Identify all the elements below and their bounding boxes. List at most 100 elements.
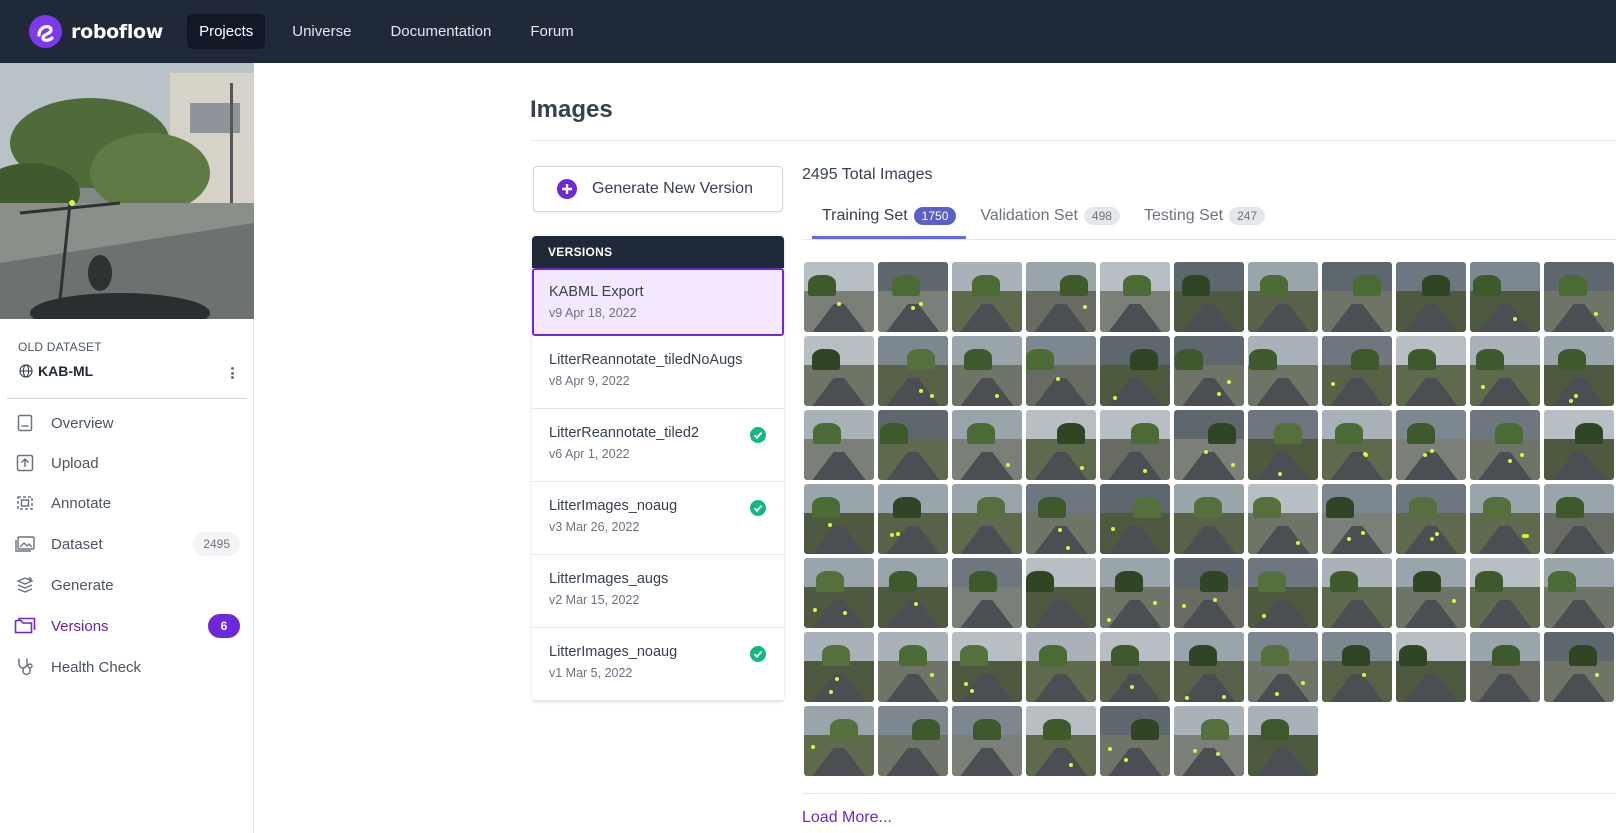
version-row[interactable]: LitterReannotate_tiledNoAugs v8 Apr 9, 20… xyxy=(532,336,784,409)
image-thumbnail[interactable] xyxy=(1026,706,1096,776)
sidebar-item-versions[interactable]: Versions 6 xyxy=(14,611,240,641)
image-thumbnail[interactable] xyxy=(804,558,874,628)
image-thumbnail[interactable] xyxy=(952,484,1022,554)
image-thumbnail[interactable] xyxy=(1100,336,1170,406)
image-thumbnail[interactable] xyxy=(878,262,948,332)
image-thumbnail[interactable] xyxy=(878,336,948,406)
image-thumbnail[interactable] xyxy=(804,410,874,480)
image-thumbnail[interactable] xyxy=(1470,336,1540,406)
image-thumbnail[interactable] xyxy=(952,410,1022,480)
image-thumbnail[interactable] xyxy=(1322,262,1392,332)
image-thumbnail[interactable] xyxy=(1100,484,1170,554)
image-thumbnail[interactable] xyxy=(1100,558,1170,628)
image-thumbnail[interactable] xyxy=(1470,558,1540,628)
image-thumbnail[interactable] xyxy=(1544,410,1614,480)
image-thumbnail[interactable] xyxy=(1174,336,1244,406)
image-thumbnail[interactable] xyxy=(1322,336,1392,406)
image-thumbnail[interactable] xyxy=(1248,558,1318,628)
sidebar-item-annotate[interactable]: Annotate xyxy=(14,488,240,518)
sidebar-item-overview[interactable]: Overview xyxy=(14,408,240,438)
image-thumbnail[interactable] xyxy=(1470,484,1540,554)
dataset-name[interactable]: KAB-ML xyxy=(19,363,93,379)
sidebar-item-dataset[interactable]: Dataset 2495 xyxy=(14,529,240,559)
image-thumbnail[interactable] xyxy=(1544,262,1614,332)
generate-new-version-button[interactable]: Generate New Version xyxy=(533,166,783,212)
image-thumbnail[interactable] xyxy=(878,632,948,702)
image-thumbnail[interactable] xyxy=(1174,632,1244,702)
image-thumbnail[interactable] xyxy=(1248,336,1318,406)
image-thumbnail[interactable] xyxy=(804,262,874,332)
image-thumbnail[interactable] xyxy=(1026,484,1096,554)
image-thumbnail[interactable] xyxy=(1322,484,1392,554)
image-thumbnail[interactable] xyxy=(1470,632,1540,702)
image-thumbnail[interactable] xyxy=(952,632,1022,702)
image-thumbnail[interactable] xyxy=(1322,410,1392,480)
image-thumbnail[interactable] xyxy=(804,484,874,554)
image-thumbnail[interactable] xyxy=(1396,632,1466,702)
image-thumbnail[interactable] xyxy=(1100,262,1170,332)
sidebar-item-generate[interactable]: Generate xyxy=(14,570,240,600)
version-row[interactable]: LitterReannotate_tiled2 v6 Apr 1, 2022 xyxy=(532,409,784,482)
image-thumbnail[interactable] xyxy=(1248,632,1318,702)
image-thumbnail[interactable] xyxy=(1174,262,1244,332)
sidebar-item-health-check[interactable]: Health Check xyxy=(14,652,240,682)
more-options-icon[interactable] xyxy=(226,364,238,382)
image-thumbnail[interactable] xyxy=(878,410,948,480)
image-thumbnail[interactable] xyxy=(1396,410,1466,480)
image-thumbnail[interactable] xyxy=(878,484,948,554)
brand[interactable]: roboflow xyxy=(29,15,163,48)
image-thumbnail[interactable] xyxy=(1100,706,1170,776)
image-thumbnail[interactable] xyxy=(1174,706,1244,776)
nav-universe[interactable]: Universe xyxy=(280,14,363,49)
image-thumbnail[interactable] xyxy=(1544,632,1614,702)
load-more-link[interactable]: Load More... xyxy=(802,809,892,827)
image-thumbnail[interactable] xyxy=(1322,632,1392,702)
image-thumbnail[interactable] xyxy=(1396,558,1466,628)
nav-projects[interactable]: Projects xyxy=(187,14,266,49)
image-thumbnail[interactable] xyxy=(1100,632,1170,702)
image-thumbnail[interactable] xyxy=(952,706,1022,776)
image-thumbnail[interactable] xyxy=(1248,706,1318,776)
version-row[interactable]: LitterImages_noaug v1 Mar 5, 2022 xyxy=(532,628,784,701)
image-thumbnail[interactable] xyxy=(1248,484,1318,554)
image-thumbnail[interactable] xyxy=(1174,410,1244,480)
image-thumbnail[interactable] xyxy=(1396,262,1466,332)
image-thumbnail[interactable] xyxy=(1026,262,1096,332)
image-thumbnail[interactable] xyxy=(952,336,1022,406)
image-thumbnail[interactable] xyxy=(1026,632,1096,702)
sidebar-item-upload[interactable]: Upload xyxy=(14,448,240,478)
nav-forum[interactable]: Forum xyxy=(518,14,585,49)
image-thumbnail[interactable] xyxy=(1470,410,1540,480)
image-thumbnail[interactable] xyxy=(1248,410,1318,480)
image-thumbnail[interactable] xyxy=(1248,262,1318,332)
image-thumbnail[interactable] xyxy=(878,706,948,776)
image-thumbnail[interactable] xyxy=(878,558,948,628)
image-thumbnail[interactable] xyxy=(1544,558,1614,628)
tab-label: Testing Set xyxy=(1143,207,1224,224)
image-thumbnail[interactable] xyxy=(1470,262,1540,332)
title-divider xyxy=(530,140,1616,141)
image-thumbnail[interactable] xyxy=(1026,410,1096,480)
tab-validation-set[interactable]: Validation Set 498 xyxy=(970,200,1130,232)
image-thumbnail[interactable] xyxy=(1544,336,1614,406)
tab-testing-set[interactable]: Testing Set 247 xyxy=(1134,200,1275,232)
image-thumbnail[interactable] xyxy=(1544,484,1614,554)
image-thumbnail[interactable] xyxy=(804,706,874,776)
tab-training-set[interactable]: Training Set 1750 xyxy=(812,200,967,239)
image-thumbnail[interactable] xyxy=(1174,558,1244,628)
image-thumbnail[interactable] xyxy=(1026,336,1096,406)
image-thumbnail[interactable] xyxy=(804,632,874,702)
image-thumbnail[interactable] xyxy=(804,336,874,406)
image-thumbnail[interactable] xyxy=(952,262,1022,332)
image-thumbnail[interactable] xyxy=(1174,484,1244,554)
version-row[interactable]: LitterImages_noaug v3 Mar 26, 2022 xyxy=(532,482,784,555)
image-thumbnail[interactable] xyxy=(1100,410,1170,480)
image-thumbnail[interactable] xyxy=(1026,558,1096,628)
version-row[interactable]: KABML Export v9 Apr 18, 2022 xyxy=(532,268,784,336)
image-thumbnail[interactable] xyxy=(1396,484,1466,554)
image-thumbnail[interactable] xyxy=(1322,558,1392,628)
nav-documentation[interactable]: Documentation xyxy=(378,14,503,49)
image-thumbnail[interactable] xyxy=(1396,336,1466,406)
version-row[interactable]: LitterImages_augs v2 Mar 15, 2022 xyxy=(532,555,784,628)
image-thumbnail[interactable] xyxy=(952,558,1022,628)
